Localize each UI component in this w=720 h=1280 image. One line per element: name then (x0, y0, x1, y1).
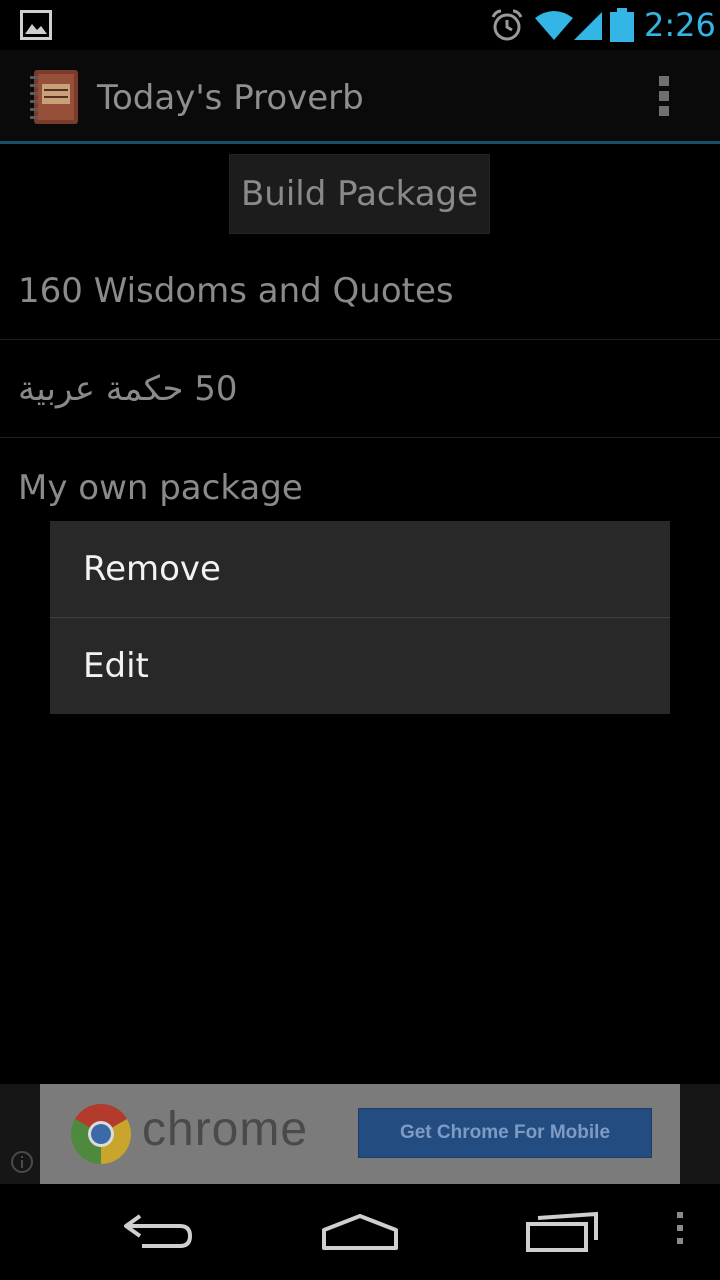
app-title: Today's Proverb (97, 78, 364, 118)
ad-banner[interactable]: chrome Get Chrome For Mobile (40, 1084, 680, 1184)
status-bar: 2:26 (0, 0, 720, 50)
package-label: 50 حكمة عربية (18, 369, 238, 409)
signal-icon (574, 12, 602, 40)
info-icon[interactable] (10, 1150, 34, 1174)
status-clock: 2:26 (644, 6, 716, 44)
ad-cta-button[interactable]: Get Chrome For Mobile (358, 1108, 652, 1158)
chrome-logo-icon (71, 1103, 132, 1164)
ad-brand-text: chrome (142, 1103, 309, 1156)
nav-bar (0, 1184, 720, 1280)
home-icon[interactable] (318, 1210, 402, 1254)
package-item[interactable]: 160 Wisdoms and Quotes (0, 243, 720, 340)
overflow-menu-icon[interactable] (656, 76, 672, 120)
menu-item-remove[interactable]: Remove (50, 521, 670, 617)
proverb-book-icon[interactable] (28, 68, 82, 126)
back-icon[interactable] (120, 1210, 196, 1254)
wifi-icon (535, 11, 573, 40)
gallery-icon (20, 10, 52, 40)
package-label: 160 Wisdoms and Quotes (18, 271, 454, 311)
menu-item-edit[interactable]: Edit (50, 617, 670, 713)
recents-icon[interactable] (522, 1210, 602, 1254)
package-item[interactable]: 50 حكمة عربية (0, 341, 720, 438)
action-bar: Today's Proverb (0, 50, 720, 144)
build-package-button[interactable]: Build Package (229, 154, 490, 234)
package-label: My own package (18, 467, 303, 508)
context-menu: Remove Edit (50, 521, 670, 714)
menu-icon[interactable] (672, 1212, 688, 1252)
battery-icon (610, 8, 634, 42)
ad-area: chrome Get Chrome For Mobile (0, 1084, 720, 1184)
alarm-icon (491, 9, 523, 41)
